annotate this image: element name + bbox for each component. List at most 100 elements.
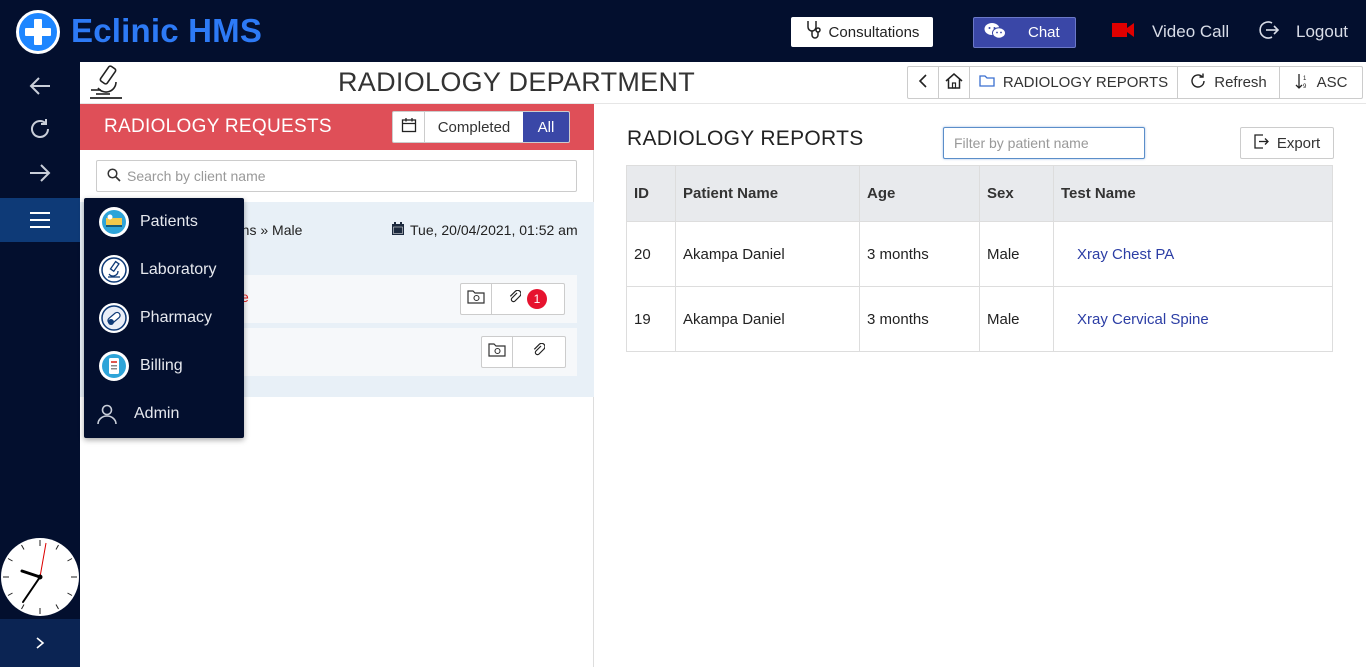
billing-icon <box>99 351 129 381</box>
nav-item-label: Laboratory <box>140 261 217 278</box>
requests-filter-group: Completed All <box>392 111 570 143</box>
nav-item-patients[interactable]: Patients <box>84 198 244 246</box>
refresh-icon <box>1190 73 1206 93</box>
export-label: Export <box>1276 134 1321 152</box>
column-header-patient-name[interactable]: Patient Name <box>675 165 860 222</box>
logout-button[interactable]: Logout <box>1258 20 1348 44</box>
folder-open-icon <box>979 74 995 91</box>
page-toolbar: RADIOLOGY REPORTS Refresh 19 ASC <box>907 66 1363 99</box>
row-actions <box>481 336 566 368</box>
logout-label: Logout <box>1296 22 1348 41</box>
left-rail <box>0 62 80 667</box>
nav-item-pharmacy[interactable]: Pharmacy <box>84 294 244 342</box>
home-icon <box>945 72 963 93</box>
export-icon <box>1254 133 1269 153</box>
page-header: RADIOLOGY DEPARTMENT RADIOLOGY REPORTS R… <box>80 62 1366 104</box>
nav-item-label: Billing <box>140 357 183 374</box>
radiology-reports-button[interactable]: RADIOLOGY REPORTS <box>970 67 1178 98</box>
column-header-sex[interactable]: Sex <box>979 165 1054 222</box>
cell-sex: Male <box>979 286 1054 352</box>
client-search-box <box>96 160 577 192</box>
paperclip-icon <box>509 289 522 309</box>
cell-patient-name: Akampa Daniel <box>675 221 860 287</box>
paperclip-icon <box>533 342 546 362</box>
export-button[interactable]: Export <box>1240 127 1334 159</box>
nav-item-label: Pharmacy <box>140 309 213 326</box>
attachments-button[interactable] <box>513 337 565 367</box>
nav-item-admin[interactable]: Admin <box>84 390 244 438</box>
cell-patient-name: Akampa Daniel <box>675 286 860 352</box>
column-header-test-name[interactable]: Test Name <box>1053 165 1333 222</box>
analog-clock <box>1 538 79 616</box>
filter-completed-button[interactable]: Completed <box>425 112 523 142</box>
navigation-menu: Patients Laboratory Pharmacy Billing Adm… <box>84 198 244 438</box>
stethoscope-icon <box>805 20 823 44</box>
upload-image-button[interactable] <box>461 284 492 314</box>
patient-filter-box <box>943 127 1145 159</box>
table-header-row: ID Patient Name Age Sex Test Name <box>626 165 1333 222</box>
table-row[interactable]: 20 Akampa Daniel 3 months Male Xray Ches… <box>626 221 1333 287</box>
cell-age: 3 months <box>859 286 980 352</box>
refresh-button[interactable]: Refresh <box>1178 67 1280 98</box>
client-search-input[interactable] <box>127 168 547 184</box>
patients-icon <box>99 207 129 237</box>
table-row[interactable]: 19 Akampa Daniel 3 months Male Xray Cerv… <box>626 286 1333 352</box>
patient-filter-input[interactable] <box>954 135 1134 151</box>
sort-order-button[interactable]: 19 ASC <box>1280 67 1362 98</box>
chat-button[interactable]: Chat <box>973 17 1076 48</box>
request-date-text: Tue, 20/04/2021, 01:52 am <box>410 222 578 238</box>
nav-item-laboratory[interactable]: Laboratory <box>84 246 244 294</box>
laboratory-icon <box>99 255 129 285</box>
sort-ascending-icon: 19 <box>1295 73 1309 93</box>
reload-icon[interactable] <box>0 107 80 151</box>
cell-sex: Male <box>979 221 1054 287</box>
reports-title: RADIOLOGY REPORTS <box>627 127 864 150</box>
test-name-link[interactable]: Xray Cervical Spine <box>1053 286 1333 352</box>
test-name-link[interactable]: Xray Chest PA <box>1053 221 1333 287</box>
consultations-button[interactable]: Consultations <box>791 17 933 47</box>
attachment-count-badge: 1 <box>527 289 547 309</box>
logout-icon <box>1258 19 1280 46</box>
back-arrow-icon[interactable] <box>0 64 80 108</box>
row-actions: 1 <box>460 283 565 315</box>
filter-all-button[interactable]: All <box>523 112 569 142</box>
page-title: RADIOLOGY DEPARTMENT <box>338 67 696 97</box>
toolbar-home-button[interactable] <box>939 67 970 98</box>
consultations-label: Consultations <box>828 23 920 41</box>
reports-table: ID Patient Name Age Sex Test Name 20 Aka… <box>626 165 1333 352</box>
chat-label: Chat <box>1028 24 1060 41</box>
video-call-button[interactable]: Video Call <box>1112 20 1229 44</box>
date-filter-button[interactable] <box>393 112 425 142</box>
request-date: Tue, 20/04/2021, 01:52 am <box>392 222 578 238</box>
folder-camera-icon <box>467 289 485 309</box>
upload-image-button[interactable] <box>482 337 513 367</box>
search-icon <box>107 167 121 185</box>
attachments-button[interactable]: 1 <box>492 284 564 314</box>
sort-label: ASC <box>1316 74 1348 91</box>
nav-item-label: Admin <box>134 405 180 422</box>
nav-item-billing[interactable]: Billing <box>84 342 244 390</box>
chevron-left-icon <box>918 73 928 92</box>
calendar-icon <box>401 117 417 138</box>
user-icon <box>95 402 119 426</box>
refresh-label: Refresh <box>1214 74 1267 91</box>
requests-header: RADIOLOGY REQUESTS Completed All <box>80 104 594 150</box>
column-header-id[interactable]: ID <box>626 165 676 222</box>
forward-arrow-icon[interactable] <box>0 151 80 195</box>
hamburger-menu-icon[interactable] <box>0 198 80 242</box>
microscope-icon <box>88 64 124 107</box>
column-header-age[interactable]: Age <box>859 165 980 222</box>
calendar-filled-icon <box>392 222 404 238</box>
video-camera-icon <box>1112 22 1134 43</box>
toolbar-back-button[interactable] <box>908 67 939 98</box>
cell-id: 19 <box>626 286 676 352</box>
video-call-label: Video Call <box>1152 22 1230 41</box>
expand-chevron-icon[interactable] <box>0 619 80 667</box>
cell-id: 20 <box>626 221 676 287</box>
requests-title: RADIOLOGY REQUESTS <box>104 116 332 137</box>
cell-age: 3 months <box>859 221 980 287</box>
wechat-icon <box>984 22 1006 44</box>
pharmacy-icon <box>99 303 129 333</box>
radiology-reports-label: RADIOLOGY REPORTS <box>1002 74 1169 91</box>
app-title: Eclinic HMS <box>71 12 263 49</box>
